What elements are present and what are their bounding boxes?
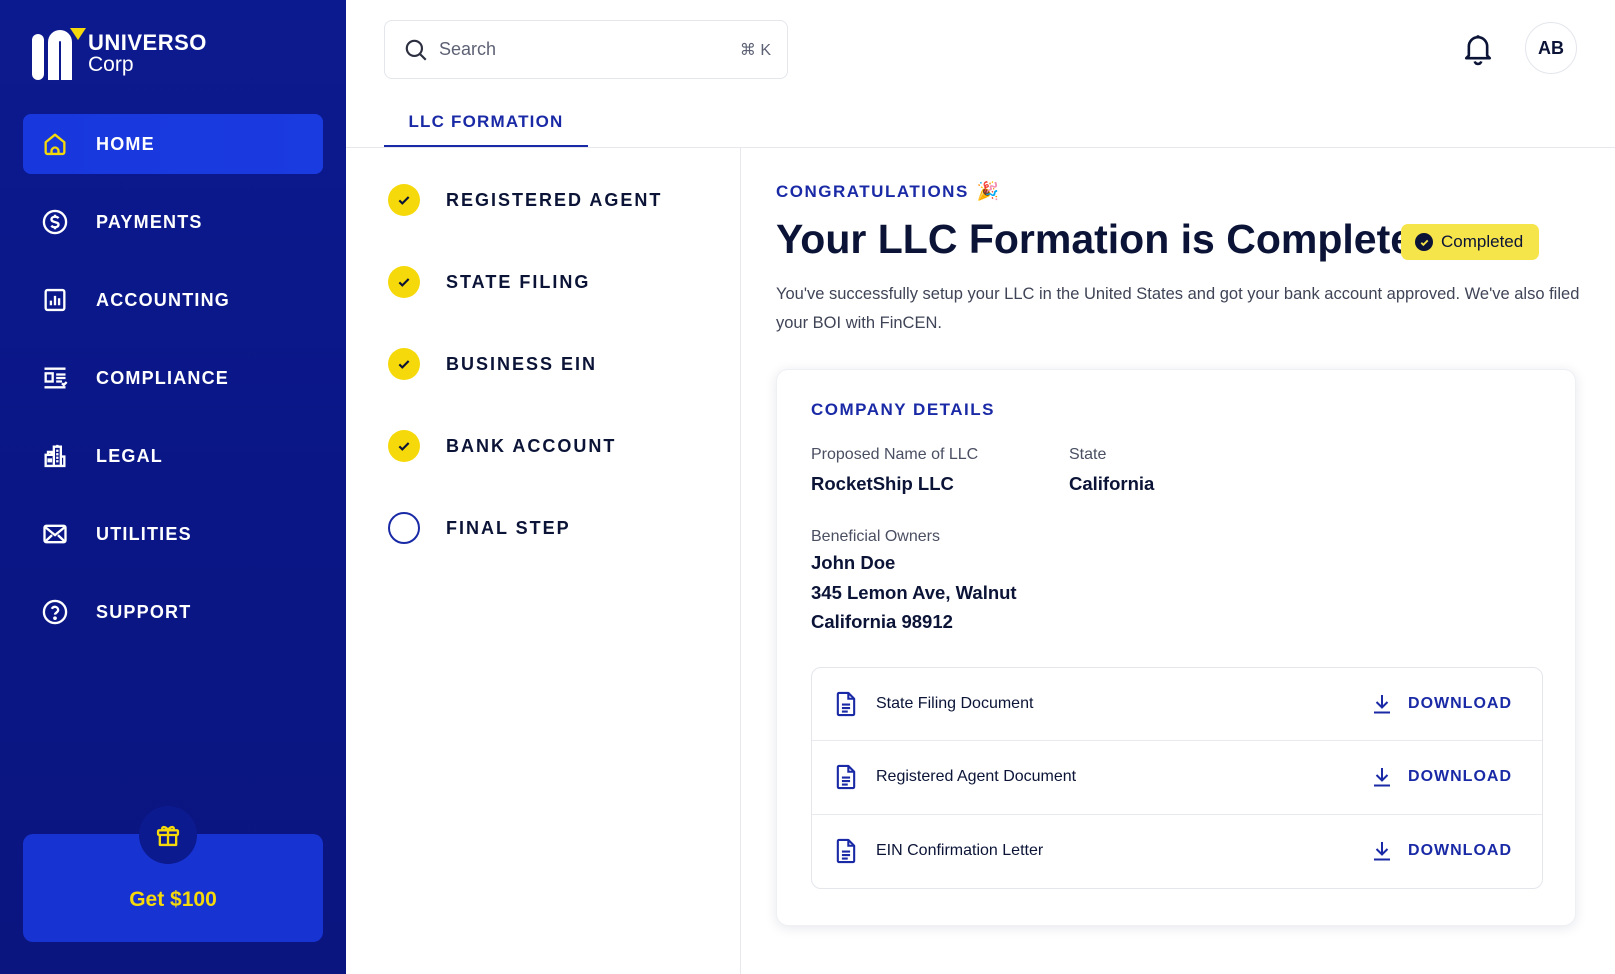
download-button[interactable]: DOWNLOAD	[1370, 692, 1512, 716]
checklist-icon	[40, 363, 70, 393]
sidebar-item-home[interactable]: HOME	[23, 114, 323, 174]
referral-promo-card[interactable]: Get $100	[23, 806, 323, 942]
brand-name: UNIVERSO	[88, 30, 207, 55]
sidebar-item-label: LEGAL	[96, 445, 163, 466]
check-icon	[388, 266, 420, 298]
owners-label: Beneficial Owners	[811, 528, 940, 545]
sidebar-item-accounting[interactable]: ACCOUNTING	[23, 270, 323, 330]
sidebar-item-payments[interactable]: PAYMENTS	[23, 192, 323, 252]
sidebar-item-support[interactable]: SUPPORT	[23, 582, 323, 642]
card-title: COMPANY DETAILS	[811, 400, 996, 419]
home-icon	[40, 129, 70, 159]
congrats-eyebrow: CONGRATULATIONS 🎉	[776, 181, 1001, 201]
step-label: STATE FILING	[446, 271, 591, 292]
llc-name-value: RocketShip LLC	[811, 473, 954, 494]
document-row: EIN Confirmation Letter DOWNLOAD	[812, 815, 1542, 888]
sidebar-item-utilities[interactable]: UTILITIES	[23, 504, 323, 564]
sidebar-item-label: HOME	[96, 133, 155, 154]
llc-name-label: Proposed Name of LLC	[811, 446, 979, 463]
sidebar: UNIVERSO Corp HOME PAYMENTS ACCOUNTING C…	[0, 0, 346, 974]
status-badge: Completed	[1401, 224, 1540, 260]
document-icon	[836, 765, 856, 790]
beneficial-owner: John Doe 345 Lemon Ave, Walnut Californi…	[811, 548, 1017, 637]
step-state-filing[interactable]: STATE FILING	[388, 266, 590, 298]
sidebar-item-label: PAYMENTS	[96, 211, 203, 232]
step-label: FINAL STEP	[446, 517, 571, 538]
owner-address-line1: 345 Lemon Ave, Walnut	[811, 581, 1017, 603]
sidebar-item-legal[interactable]: LEGAL	[23, 426, 323, 486]
bar-chart-icon	[40, 285, 70, 315]
document-icon	[836, 839, 856, 864]
bank-building-icon	[40, 441, 70, 471]
step-label: BUSINESS EIN	[446, 353, 598, 374]
brand-logo[interactable]: UNIVERSO Corp	[30, 28, 207, 80]
search-shortcut: ⌘ K	[739, 41, 771, 59]
formation-steps: REGISTERED AGENT STATE FILING BUSINESS E…	[346, 148, 741, 974]
document-icon	[836, 692, 856, 717]
download-icon	[1374, 768, 1391, 787]
mail-icon	[40, 519, 70, 549]
download-icon	[1374, 695, 1391, 714]
owner-name: John Doe	[811, 552, 896, 573]
sidebar-nav: HOME PAYMENTS ACCOUNTING COMPLIANCE LEGA…	[23, 114, 323, 660]
step-business-ein[interactable]: BUSINESS EIN	[388, 348, 597, 380]
sidebar-item-label: COMPLIANCE	[96, 367, 229, 388]
notification-bell-icon[interactable]	[1462, 32, 1494, 66]
sidebar-item-compliance[interactable]: COMPLIANCE	[23, 348, 323, 408]
empty-circle-icon	[388, 512, 420, 544]
promo-label: Get $100	[129, 888, 217, 911]
document-name: State Filing Document	[876, 695, 1034, 713]
search-icon	[405, 39, 427, 61]
page-title: Your LLC Formation is Complete	[776, 216, 1414, 262]
help-circle-icon	[40, 597, 70, 627]
search-input[interactable]: Search	[439, 39, 740, 60]
sidebar-item-label: SUPPORT	[96, 601, 192, 622]
check-icon	[388, 348, 420, 380]
documents-list: State Filing Document DOWNLOAD Registere…	[811, 667, 1543, 889]
tab-llc-formation[interactable]: LLC FORMATION	[384, 100, 588, 148]
download-button[interactable]: DOWNLOAD	[1370, 765, 1512, 789]
step-label: REGISTERED AGENT	[446, 189, 663, 210]
state-value: California	[1069, 473, 1155, 494]
gift-icon	[139, 806, 197, 864]
check-icon	[388, 430, 420, 462]
logo-mark-icon	[30, 28, 86, 80]
check-icon	[388, 184, 420, 216]
document-row: State Filing Document DOWNLOAD	[812, 668, 1542, 742]
document-name: EIN Confirmation Letter	[876, 842, 1044, 860]
completion-description: You've successfully setup your LLC in th…	[776, 285, 1580, 332]
dollar-circle-icon	[40, 207, 70, 237]
step-registered-agent[interactable]: REGISTERED AGENT	[388, 184, 662, 216]
document-name: Registered Agent Document	[876, 768, 1077, 786]
sidebar-item-label: UTILITIES	[96, 523, 192, 544]
step-label: BANK ACCOUNT	[446, 435, 617, 456]
user-avatar[interactable]: AB	[1525, 22, 1577, 74]
step-bank-account[interactable]: BANK ACCOUNT	[388, 430, 616, 462]
step-final-step[interactable]: FINAL STEP	[388, 512, 571, 544]
brand-subname: Corp	[88, 53, 134, 76]
sidebar-item-label: ACCOUNTING	[96, 289, 230, 310]
party-popper-icon: 🎉	[976, 181, 1001, 201]
owner-address-line2: California 98912	[811, 611, 953, 632]
company-details-card: COMPANY DETAILS Proposed Name of LLC Roc…	[776, 369, 1576, 926]
state-label: State	[1069, 446, 1107, 463]
document-row: Registered Agent Document DOWNLOAD	[812, 741, 1542, 815]
download-button[interactable]: DOWNLOAD	[1370, 839, 1512, 863]
check-circle-icon	[1415, 233, 1433, 251]
search-bar[interactable]: Search ⌘ K	[384, 20, 788, 79]
download-icon	[1374, 842, 1391, 861]
